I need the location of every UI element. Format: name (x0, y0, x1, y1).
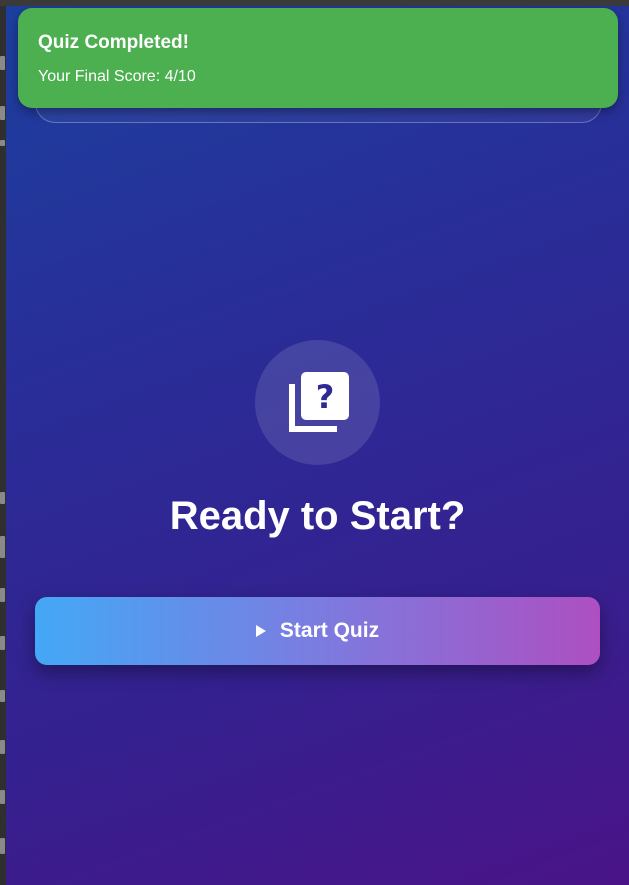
strip-mark (0, 790, 5, 804)
strip-mark (0, 690, 5, 702)
start-quiz-button[interactable]: Start Quiz (35, 597, 600, 665)
strip-mark (0, 536, 5, 558)
final-score-text: Your Final Score: 4/10 (38, 68, 196, 85)
quiz-completed-snackbar[interactable]: Quiz Completed! Your Final Score: 4/10 (18, 8, 618, 108)
strip-mark (0, 140, 5, 146)
quiz-app-screen: Quiz Completed! Your Final Score: 4/10 ?… (6, 6, 629, 885)
strip-mark (0, 106, 5, 120)
ready-heading: Ready to Start? (169, 494, 466, 538)
strip-mark (0, 838, 5, 854)
screen-frame: Quiz Completed! Your Final Score: 4/10 ?… (0, 0, 629, 885)
strip-mark (0, 636, 5, 650)
play-icon (255, 625, 266, 637)
quiz-icon: ? (289, 372, 349, 432)
strip-mark (0, 56, 5, 70)
strip-mark (0, 492, 5, 504)
quiz-icon-circle: ? (255, 340, 380, 465)
snackbar-title: Quiz Completed! (38, 32, 189, 53)
strip-mark (0, 588, 5, 602)
start-quiz-label: Start Quiz (279, 619, 380, 642)
svg-text:?: ? (316, 378, 335, 416)
strip-mark (0, 740, 5, 754)
